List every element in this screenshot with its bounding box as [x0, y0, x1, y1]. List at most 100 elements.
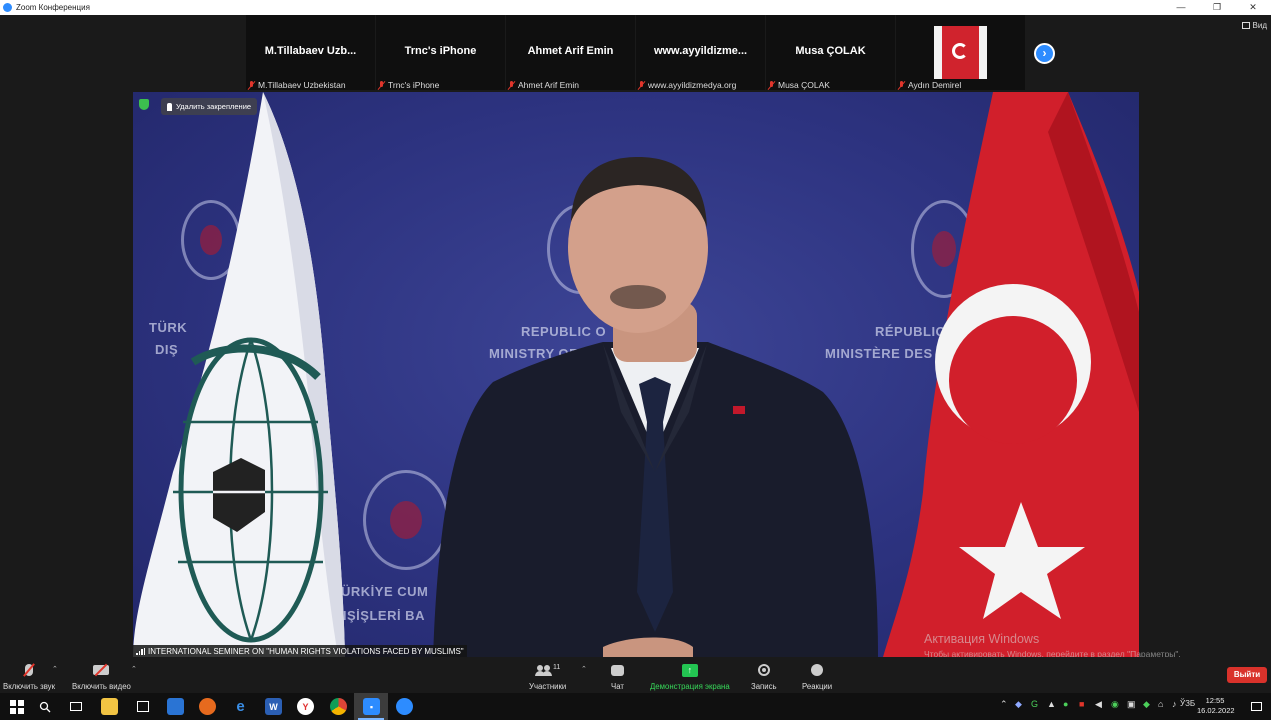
file-explorer-icon[interactable] [101, 698, 118, 715]
chat-icon [611, 664, 624, 676]
network-icon[interactable]: ⌂ [1158, 699, 1163, 709]
participant-footer-name: M.Tillabaev Uzbekistan [258, 80, 346, 90]
start-video-button[interactable]: Включить видео [72, 662, 131, 691]
next-page-arrow-icon[interactable]: › [1034, 43, 1055, 64]
participant-tile[interactable]: M.Tillabaev Uzb... M.Tillabaev Uzbekista… [246, 15, 376, 90]
record-button[interactable]: Запись [751, 662, 777, 691]
participant-tile[interactable]: Musa ÇOLAK Musa ÇOLAK [766, 15, 896, 90]
participant-tile[interactable]: www.ayyildizme... www.ayyildizmedya.org [636, 15, 766, 90]
participant-footer-name: www.ayyildizmedya.org [648, 80, 737, 90]
share-screen-icon: ↑ [681, 663, 698, 677]
window-titlebar: Zoom Конференция — ❐ ✕ [0, 0, 1271, 15]
participant-footer-name: Ahmet Arif Emin [518, 80, 579, 90]
minimize-button[interactable]: — [1163, 0, 1199, 15]
yandex-icon[interactable]: Y [297, 698, 314, 715]
meeting-toolbar: Включить звук ⌃ Включить видео ⌃ 11 Учас… [0, 657, 1271, 693]
participants-button[interactable]: 11 Участники [529, 662, 567, 692]
mic-muted-icon [768, 80, 775, 90]
view-button-label: Вид [1252, 21, 1267, 30]
audio-options-chevron-icon[interactable]: ⌃ [52, 665, 58, 673]
participant-footer-name: Trnc's iPhone [388, 80, 440, 90]
participant-name: M.Tillabaev Uzb... [264, 45, 357, 57]
mic-muted-icon [638, 80, 645, 90]
encryption-shield-icon [139, 99, 149, 110]
participant-tile[interactable]: Aydın Demirel [896, 15, 1026, 90]
participant-footer: www.ayyildizmedya.org [638, 80, 736, 90]
tray-chevron-icon[interactable]: ⌃ [1000, 699, 1008, 710]
participant-name: www.ayyildizme... [653, 45, 748, 57]
main-speaker-video: REPUBLIC O MINISTRY OF RÉPUBLIQ MINISTÈR… [133, 92, 1139, 657]
reactions-icon [811, 664, 824, 676]
edge-icon[interactable]: e [232, 698, 249, 715]
participant-name: Musa ÇOLAK [795, 45, 866, 57]
participant-footer: Aydın Demirel [898, 80, 961, 90]
notifications-icon[interactable] [1248, 698, 1265, 715]
tray-app-icon[interactable]: ■ [1079, 699, 1084, 709]
participant-footer-name: Musa ÇOLAK [778, 80, 830, 90]
vpn-shield-icon[interactable]: ◆ [1015, 699, 1022, 710]
zoom-icon[interactable]: ▪ [363, 698, 380, 715]
chat-button[interactable]: Чат [611, 662, 624, 691]
tray-app-icon[interactable]: ◆ [1143, 699, 1150, 710]
video-scene [133, 92, 1139, 657]
start-video-label: Включить видео [72, 682, 131, 691]
participant-tile[interactable]: Ahmet Arif Emin Ahmet Arif Emin [506, 15, 636, 90]
close-button[interactable]: ✕ [1235, 0, 1271, 15]
tray-app-icon[interactable]: ▲ [1047, 699, 1056, 709]
clock-date: 16.02.2022 [1197, 706, 1235, 715]
signal-strength-icon [136, 647, 145, 655]
participant-name: Ahmet Arif Emin [527, 45, 614, 57]
participants-chevron-icon[interactable]: ⌃ [581, 665, 587, 673]
leave-button[interactable]: Выйти [1227, 667, 1267, 683]
view-button[interactable]: Вид [1241, 21, 1267, 30]
clock-time: 12:55 [1205, 696, 1225, 705]
chat-label: Чат [611, 682, 624, 691]
store-icon[interactable] [134, 698, 151, 715]
volume-icon[interactable]: ♪ [1172, 699, 1177, 709]
pin-icon [167, 102, 172, 111]
reactions-button[interactable]: Реакции [802, 662, 832, 691]
speaker-figure [433, 157, 878, 657]
share-screen-label: Демонстрация экрана [650, 682, 730, 691]
video-off-icon [93, 665, 110, 675]
tray-app-icon[interactable]: ▣ [1127, 699, 1136, 710]
app-icon[interactable] [396, 698, 413, 715]
unpin-button[interactable]: Удалить закрепление [161, 98, 258, 115]
tray-app-icon[interactable]: ◉ [1111, 699, 1119, 710]
participants-label: Участники [529, 682, 567, 691]
task-view-icon[interactable] [67, 698, 84, 715]
search-icon[interactable] [36, 698, 53, 715]
window-controls: — ❐ ✕ [1163, 0, 1271, 15]
maximize-button[interactable]: ❐ [1199, 0, 1235, 15]
mail-icon[interactable] [167, 698, 184, 715]
mic-muted-icon [508, 80, 515, 90]
turkish-flag [883, 92, 1139, 657]
record-label: Запись [751, 682, 777, 691]
zoom-app-icon [3, 3, 12, 12]
taskbar-clock[interactable]: 12:55 16.02.2022 [1197, 696, 1235, 716]
tray-app-icon[interactable]: G [1031, 699, 1038, 709]
participant-tile[interactable]: Trnc's iPhone Trnc's iPhone [376, 15, 506, 90]
chrome-icon[interactable] [330, 698, 347, 715]
firefox-icon[interactable] [199, 698, 216, 715]
microphone-muted-icon [25, 664, 33, 676]
speaker-caption: INTERNATIONAL SEMINER ON "HUMAN RIGHTS V… [133, 645, 467, 657]
word-icon[interactable]: W [265, 698, 282, 715]
record-icon [757, 664, 770, 676]
participant-footer: M.Tillabaev Uzbekistan [248, 80, 346, 90]
participant-footer-name: Aydın Demirel [908, 80, 962, 90]
tray-app-icon[interactable]: ◀ [1095, 699, 1102, 710]
windows-start-icon[interactable] [8, 698, 25, 715]
participants-count: 11 [552, 663, 561, 671]
zoom-screen: Zoom Конференция — ❐ ✕ Вид M.Tillabaev U… [0, 0, 1271, 720]
unpin-label: Удалить закрепление [176, 102, 252, 111]
speaker-caption-text: INTERNATIONAL SEMINER ON "HUMAN RIGHTS V… [148, 646, 464, 656]
language-indicator[interactable]: ЎЗБ [1180, 699, 1195, 708]
unmute-button[interactable]: Включить звук [3, 662, 55, 691]
video-options-chevron-icon[interactable]: ⌃ [131, 665, 137, 673]
participant-footer: Musa ÇOLAK [768, 80, 830, 90]
tray-app-icon[interactable]: ● [1063, 699, 1068, 709]
mic-muted-icon [898, 80, 905, 90]
participant-footer: Trnc's iPhone [378, 80, 439, 90]
share-screen-button[interactable]: ↑ Демонстрация экрана [650, 662, 730, 691]
